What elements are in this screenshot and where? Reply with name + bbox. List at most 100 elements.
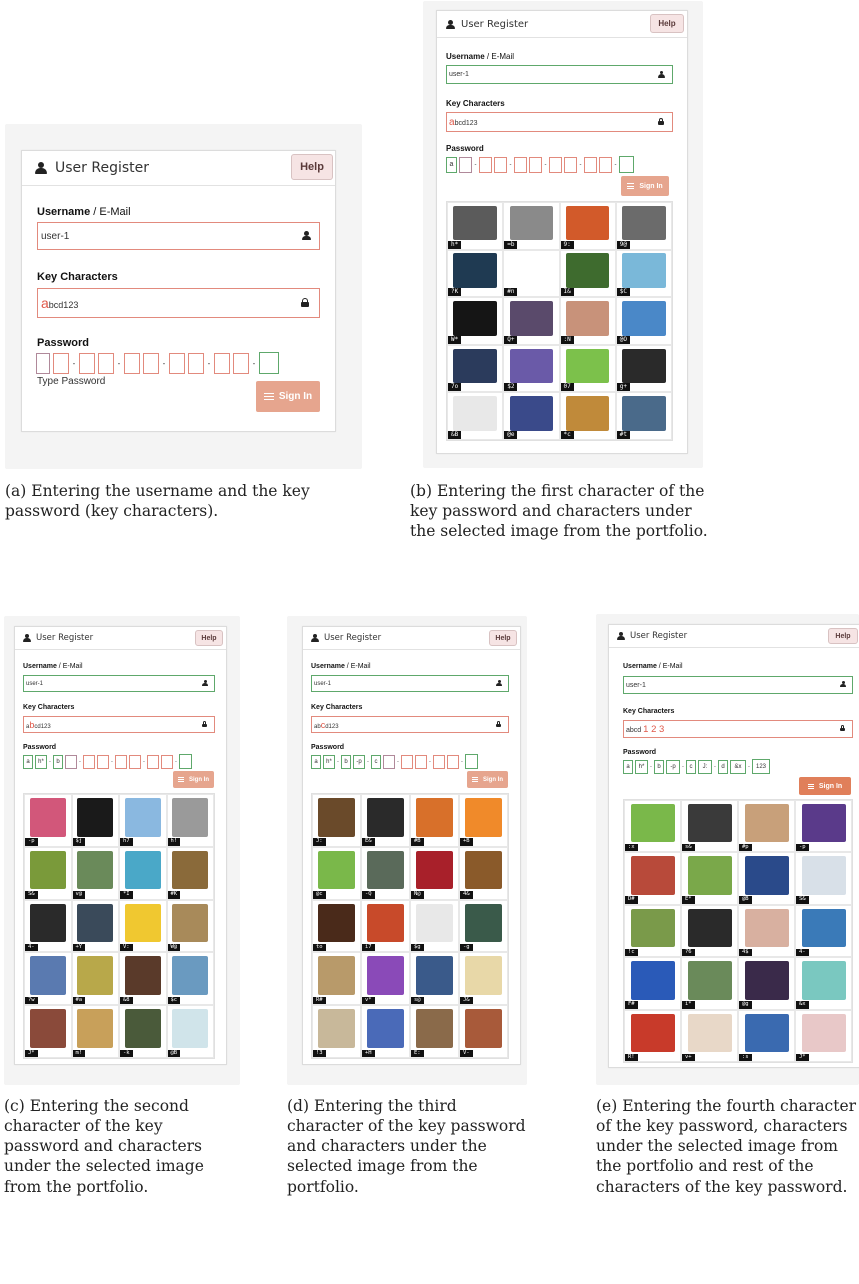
portfolio-image-tile[interactable]: v@ [71, 846, 119, 900]
portfolio-image-tile[interactable]: -k [119, 1005, 167, 1058]
portfolio-image-tile[interactable]: F# [624, 957, 681, 1010]
password-char-box[interactable] [479, 156, 492, 173]
portfolio-image-tile[interactable]: !c [624, 904, 681, 958]
portfolio-image-tile[interactable]: =b [503, 202, 560, 250]
portfolio-image-tile[interactable]: g+ [615, 344, 672, 393]
portfolio-image-tile[interactable]: #K [166, 846, 214, 900]
password-char-box[interactable] [79, 352, 95, 374]
password-char-box[interactable] [494, 156, 507, 173]
portfolio-image-tile[interactable]: D# [624, 852, 681, 905]
portfolio-image-tile[interactable]: R# [312, 952, 361, 1006]
password-char-box[interactable] [169, 352, 185, 374]
password-char-box[interactable]: a [23, 754, 33, 769]
portfolio-image-tile[interactable]: ?K [447, 249, 504, 298]
password-char-box[interactable]: &x [730, 759, 746, 774]
portfolio-image-tile[interactable]: E* [681, 852, 738, 905]
portfolio-image-tile[interactable]: +B [459, 794, 508, 847]
password-char-box[interactable] [619, 156, 634, 173]
portfolio-image-tile[interactable]: J* [795, 1009, 852, 1062]
password-char-box[interactable]: h* [323, 754, 335, 769]
password-char-box[interactable] [599, 156, 612, 173]
portfolio-image-tile[interactable]: i* [681, 957, 738, 1010]
password-char-box[interactable] [459, 156, 472, 173]
portfolio-image-tile[interactable]: #p [738, 800, 795, 853]
portfolio-image-tile[interactable]: I& [559, 249, 616, 298]
sign-in-button[interactable]: Sign In [467, 771, 508, 788]
portfolio-image-tile[interactable]: s& [681, 800, 738, 853]
portfolio-image-tile[interactable]: h* [447, 202, 504, 250]
portfolio-image-tile[interactable]: V: [119, 899, 167, 953]
portfolio-image-tile[interactable]: #B [410, 794, 459, 847]
portfolio-image-tile[interactable]: @g [738, 957, 795, 1010]
portfolio-image-tile[interactable]: #n [503, 249, 560, 298]
password-char-box[interactable]: J: [698, 759, 712, 774]
sign-in-button[interactable]: Sign In [173, 771, 214, 788]
portfolio-image-tile[interactable]: +Y [71, 899, 119, 953]
password-char-box[interactable] [465, 754, 478, 769]
password-char-box[interactable]: d [718, 759, 728, 774]
portfolio-image-tile[interactable]: $2 [503, 344, 560, 393]
portfolio-image-tile[interactable]: $C [615, 249, 672, 298]
password-char-box[interactable]: -p [666, 759, 680, 774]
portfolio-image-tile[interactable]: $c [166, 952, 214, 1006]
password-char-box[interactable]: b [341, 754, 351, 769]
portfolio-image-tile[interactable]: -p [24, 794, 72, 847]
sign-in-button[interactable]: Sign In [621, 176, 669, 196]
portfolio-image-tile[interactable]: *c [559, 392, 616, 440]
password-char-box[interactable] [83, 754, 95, 769]
portfolio-image-tile[interactable]: @c [312, 846, 361, 900]
password-char-box[interactable] [433, 754, 445, 769]
password-char-box[interactable] [161, 754, 173, 769]
portfolio-image-tile[interactable]: 4- [24, 899, 72, 953]
portfolio-image-tile[interactable]: 4- [795, 904, 852, 958]
password-char-box[interactable]: c [371, 754, 381, 769]
username-input[interactable]: user-1 [446, 65, 673, 84]
password-char-box[interactable] [514, 156, 527, 173]
password-char-box[interactable] [143, 352, 159, 374]
portfolio-image-tile[interactable]: 07 [559, 344, 616, 393]
sign-in-button[interactable]: Sign In [799, 777, 851, 795]
portfolio-image-tile[interactable]: &8 [119, 952, 167, 1006]
password-char-box[interactable] [53, 352, 69, 374]
password-char-box[interactable] [529, 156, 542, 173]
portfolio-image-tile[interactable]: E& [361, 794, 410, 847]
password-char-box[interactable] [36, 352, 50, 374]
password-char-box[interactable] [549, 156, 562, 173]
portfolio-image-tile[interactable]: @B [738, 852, 795, 905]
password-char-box[interactable]: 123 [752, 759, 770, 774]
portfolio-image-tile[interactable]: +H [361, 1005, 410, 1058]
portfolio-image-tile[interactable]: s@ [410, 952, 459, 1006]
portfolio-image-tile[interactable]: v+ [681, 1009, 738, 1062]
password-char-box[interactable] [115, 754, 127, 769]
username-input[interactable]: user-1 [311, 675, 509, 692]
password-char-box[interactable]: b [654, 759, 664, 774]
keychars-input[interactable]: abcd123 [37, 288, 320, 318]
password-char-box[interactable] [401, 754, 413, 769]
portfolio-image-tile[interactable]: 4$ [738, 904, 795, 958]
username-input[interactable]: user-1 [37, 222, 320, 250]
help-button[interactable]: Help [291, 154, 333, 180]
password-char-box[interactable] [233, 352, 249, 374]
portfolio-image-tile[interactable]: :x [624, 800, 681, 853]
portfolio-image-tile[interactable]: :N [559, 297, 616, 345]
portfolio-image-tile[interactable]: J: [312, 794, 361, 847]
portfolio-image-tile[interactable]: v* [361, 952, 410, 1006]
portfolio-image-tile[interactable]: #t [615, 392, 672, 440]
portfolio-image-tile[interactable]: E: [410, 1005, 459, 1058]
password-char-box[interactable] [447, 754, 459, 769]
portfolio-image-tile[interactable]: $j [71, 794, 119, 847]
portfolio-image-tile[interactable]: ?6 [681, 904, 738, 958]
portfolio-image-tile[interactable]: J* [24, 1005, 72, 1058]
password-char-box[interactable]: b [53, 754, 63, 769]
portfolio-image-tile[interactable]: !3 [312, 1005, 361, 1058]
portfolio-image-tile[interactable]: @O [615, 297, 672, 345]
keychars-input[interactable]: abcd 1 2 3 [623, 720, 853, 738]
password-char-box[interactable]: c [686, 759, 696, 774]
portfolio-image-tile[interactable]: N@ [410, 846, 459, 900]
portfolio-image-tile[interactable]: m! [71, 1005, 119, 1058]
password-char-box[interactable]: a [446, 156, 457, 173]
username-input[interactable]: user-1 [23, 675, 215, 692]
keychars-input[interactable]: abcd123 [311, 716, 509, 733]
portfolio-image-tile[interactable]: &x [795, 957, 852, 1010]
portfolio-image-tile[interactable]: S& [795, 852, 852, 905]
